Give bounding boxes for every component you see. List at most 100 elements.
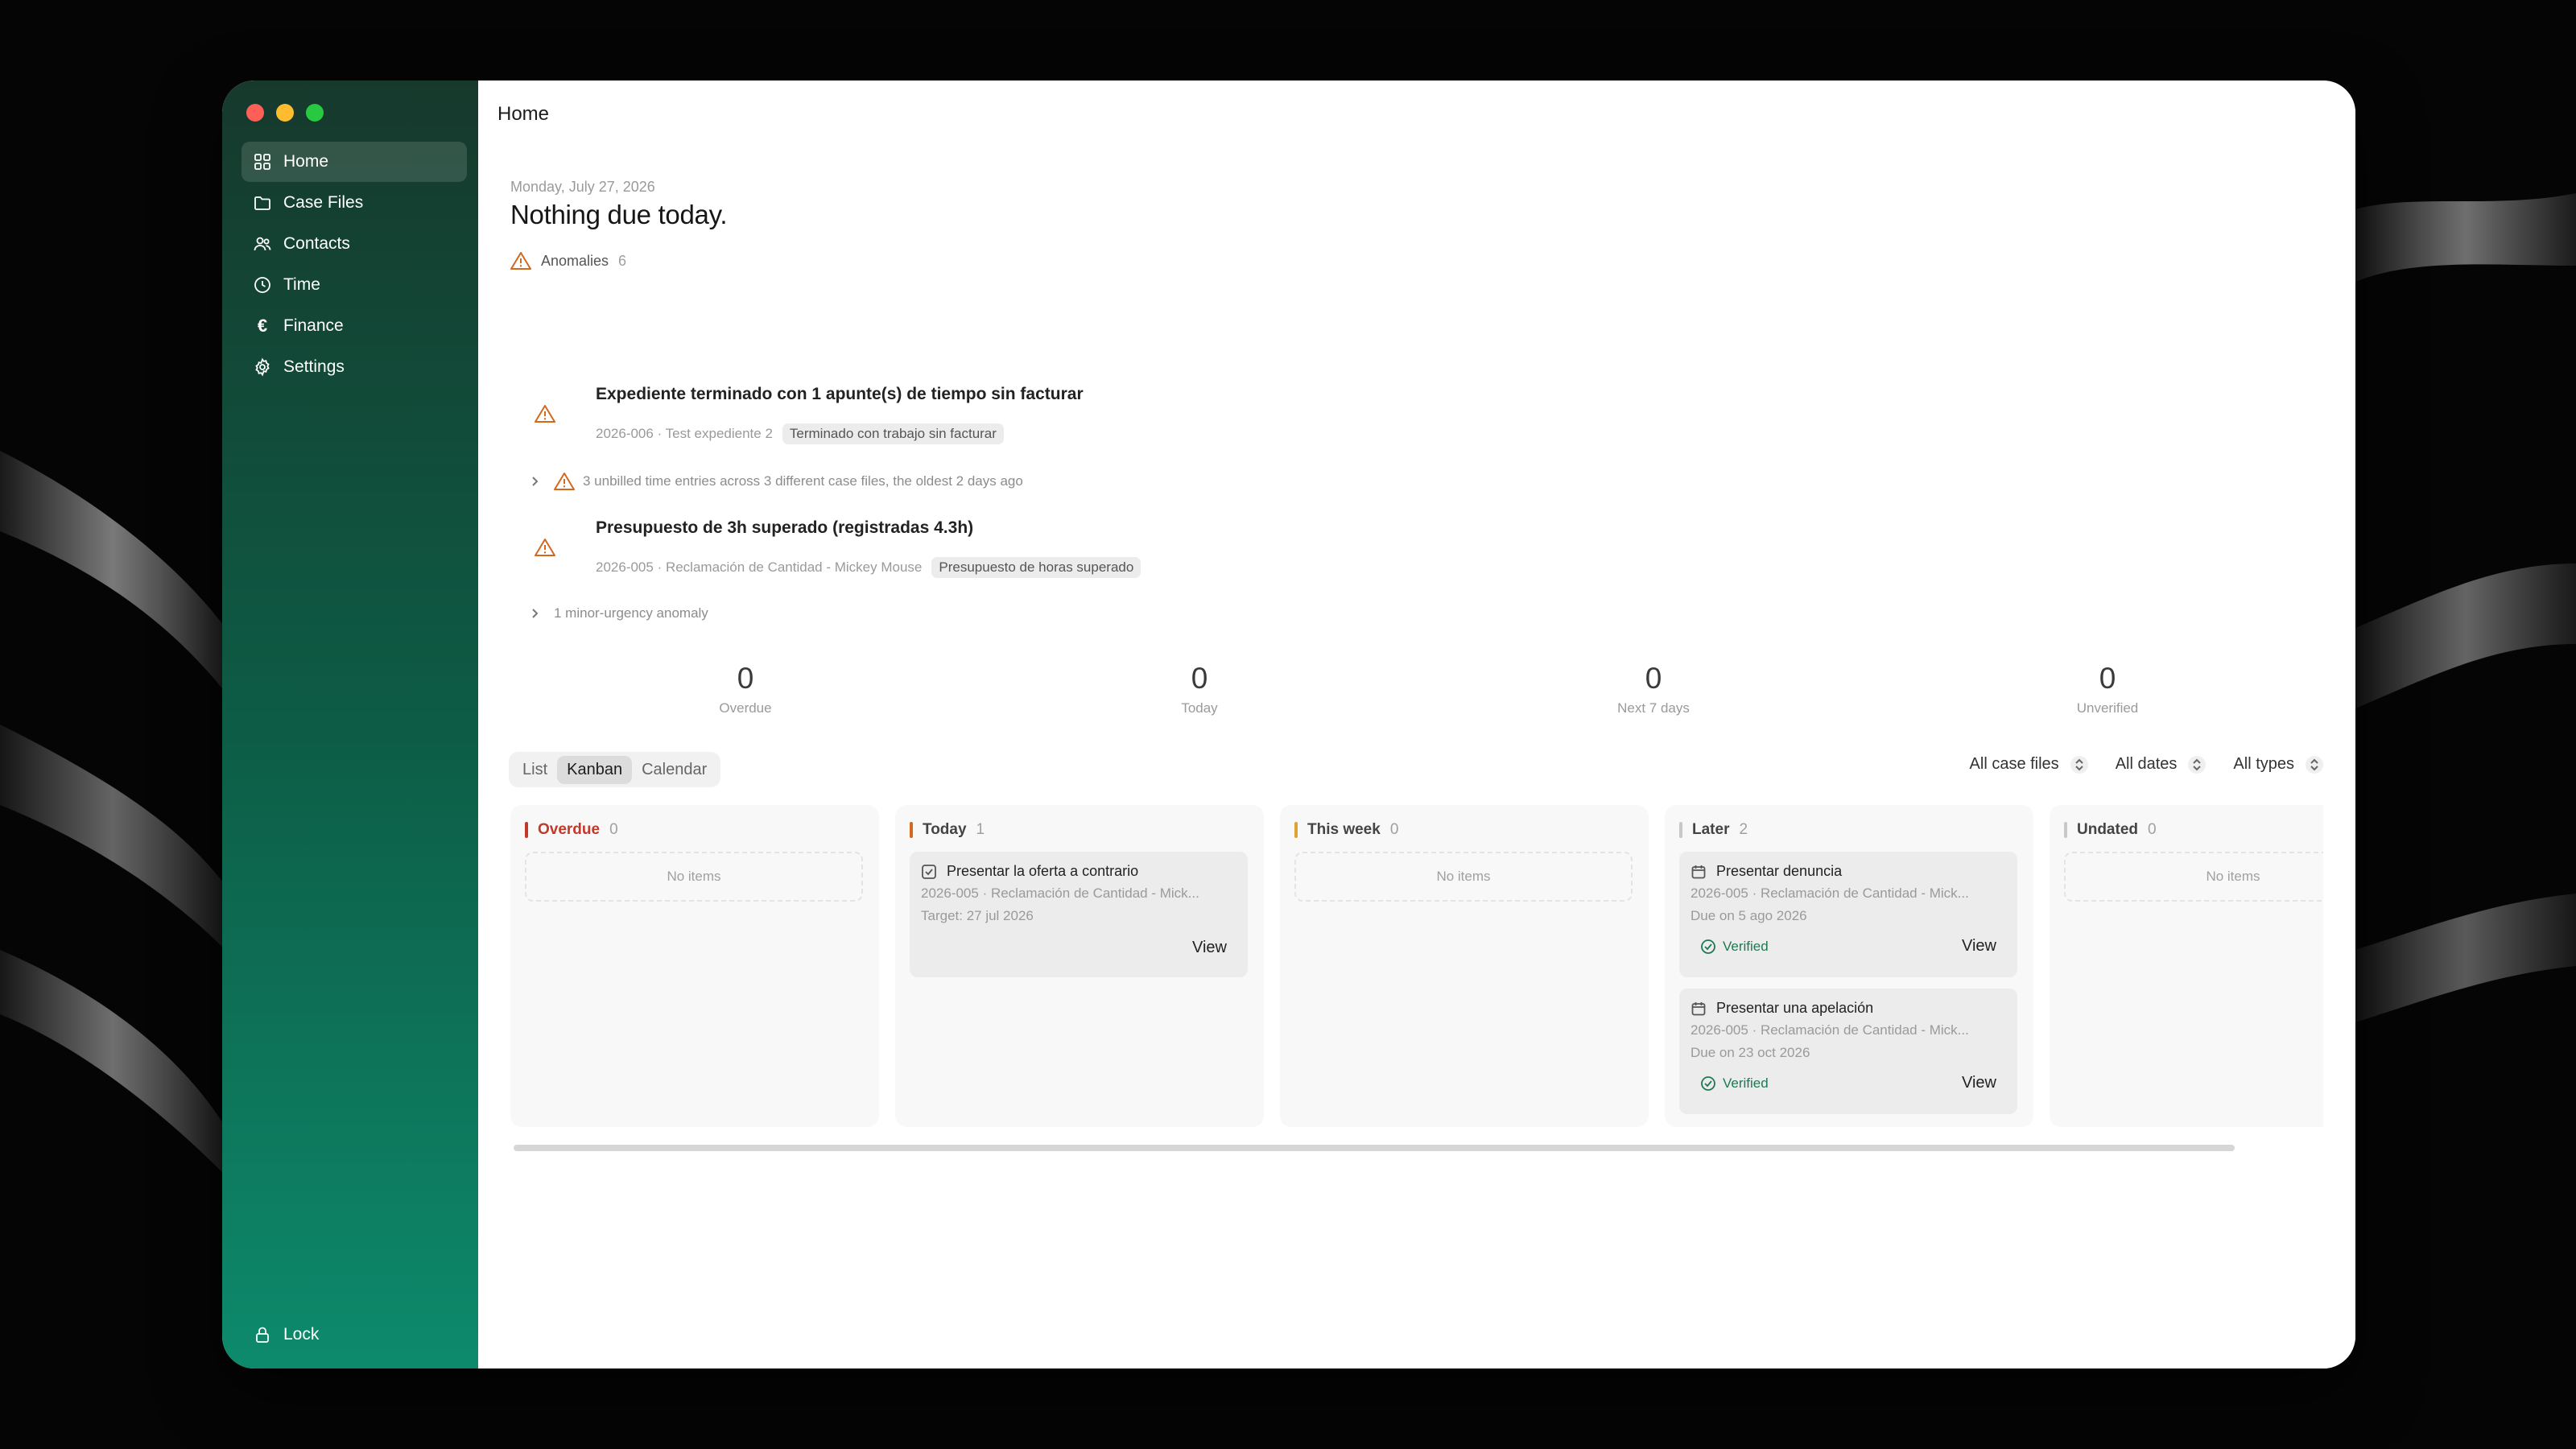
anomaly-title: Presupuesto de 3h superado (registradas … <box>596 518 974 537</box>
close-window-button[interactable] <box>246 104 264 122</box>
column-marker <box>1294 822 1298 838</box>
sidebar-item-label: Settings <box>283 357 345 376</box>
stat-label: Unverified <box>2076 700 2139 716</box>
task-card[interactable]: Presentar la oferta a contrario 2026-005… <box>910 852 1248 977</box>
lock-icon <box>256 1327 269 1343</box>
column-header: Later 2 <box>1679 821 1748 839</box>
column-header: Overdue 0 <box>525 821 618 839</box>
empty-placeholder: No items <box>525 852 863 902</box>
card-date: Target: 27 jul 2026 <box>921 908 1034 923</box>
gear-icon <box>253 357 272 377</box>
verified-badge: Verified <box>1700 1075 1769 1092</box>
minor-anomaly-row[interactable]: 1 minor-urgency anomaly <box>530 605 708 621</box>
column-marker <box>525 822 528 838</box>
sidebar-item-contacts[interactable]: Contacts <box>242 224 467 264</box>
sidebar-item-finance[interactable]: € Finance <box>242 306 467 346</box>
column-title: Later <box>1692 821 1730 838</box>
view-button[interactable]: View <box>1962 1074 1996 1092</box>
view-button[interactable]: View <box>1192 939 1227 957</box>
column-count: 0 <box>609 821 618 838</box>
sidebar-item-home[interactable]: Home <box>242 142 467 182</box>
task-card[interactable]: Presentar una apelación 2026-005 · Recla… <box>1679 989 2017 1114</box>
tab-list[interactable]: List <box>513 756 557 784</box>
horizontal-scrollbar[interactable] <box>514 1145 2235 1151</box>
sidebar-item-settings[interactable]: Settings <box>242 347 467 387</box>
calendar-icon <box>1691 1001 1706 1015</box>
kanban-column-overdue: Overdue 0 No items <box>510 805 879 1127</box>
stat-value: 0 <box>1645 662 1662 695</box>
kanban-board: Overdue 0 No items Today 1 Presentar la … <box>510 805 2323 1127</box>
column-title: Overdue <box>538 821 601 838</box>
empty-placeholder: No items <box>1294 852 1633 902</box>
stat-value: 0 <box>2099 662 2116 695</box>
anomaly-item[interactable]: Presupuesto de 3h superado (registradas … <box>510 518 1235 583</box>
column-marker <box>910 822 913 838</box>
sidebar-item-label: Case Files <box>283 193 364 212</box>
unbilled-group-row[interactable]: 3 unbilled time entries across 3 differe… <box>530 472 1023 491</box>
unbilled-summary: 3 unbilled time entries across 3 differe… <box>583 473 1023 489</box>
verified-label: Verified <box>1723 1075 1769 1091</box>
checkbox-task-icon <box>922 864 936 879</box>
anomalies-label: Anomalies <box>541 252 609 269</box>
tab-calendar[interactable]: Calendar <box>632 756 716 784</box>
check-circle-icon <box>1701 1076 1715 1091</box>
card-case: 2026-005 · Reclamación de Cantidad - Mic… <box>921 886 1199 901</box>
sidebar-item-case-files[interactable]: Case Files <box>242 183 467 223</box>
card-case: 2026-005 · Reclamación de Cantidad - Mic… <box>1690 1022 1969 1038</box>
main-content: Home Monday, July 27, 2026 Nothing due t… <box>478 80 2355 1368</box>
sidebar-item-time[interactable]: Time <box>242 265 467 305</box>
card-title: Presentar una apelación <box>1690 1000 1873 1017</box>
task-card[interactable]: Presentar denuncia 2026-005 · Reclamació… <box>1679 852 2017 977</box>
anomaly-case: 2026-006 · Test expediente 2 <box>596 426 773 441</box>
stat-unverified: 0 Unverified <box>2011 662 2204 716</box>
card-title-text: Presentar una apelación <box>1716 1000 1874 1016</box>
dates-filter[interactable]: All dates <box>2116 755 2207 774</box>
stat-label: Today <box>1181 700 1218 716</box>
lock-label: Lock <box>283 1325 320 1344</box>
anomaly-case: 2026-005 · Reclamación de Cantidad - Mic… <box>596 559 923 575</box>
stat-overdue: 0 Overdue <box>649 662 842 716</box>
view-button[interactable]: View <box>1962 937 1996 956</box>
chevron-right-icon <box>532 609 539 618</box>
users-icon <box>253 234 272 254</box>
column-header: Today 1 <box>910 821 985 839</box>
sidebar-item-label: Contacts <box>283 234 350 253</box>
column-count: 2 <box>1739 821 1748 838</box>
empty-placeholder: No items <box>2064 852 2323 902</box>
filter-label: All dates <box>2115 755 2178 773</box>
view-toggle: List Kanban Calendar <box>509 752 721 787</box>
tab-kanban[interactable]: Kanban <box>557 755 633 784</box>
anomalies-header[interactable]: Anomalies 6 <box>510 251 626 270</box>
chevron-right-icon <box>532 477 539 486</box>
sidebar-item-label: Home <box>283 152 329 171</box>
anomalies-count: 6 <box>618 252 627 269</box>
kanban-column-this-week: This week 0 No items <box>1280 805 1649 1127</box>
check-circle-icon <box>1701 939 1715 954</box>
column-header: This week 0 <box>1294 821 1398 839</box>
card-title: Presentar denuncia <box>1690 863 1842 880</box>
sidebar-item-label: Finance <box>283 316 344 335</box>
stats-row: 0 Overdue 0 Today 0 Next 7 days 0 Unveri… <box>510 662 2330 726</box>
minimize-window-button[interactable] <box>276 104 294 122</box>
column-marker <box>1679 822 1682 838</box>
stat-next-7-days: 0 Next 7 days <box>1557 662 1750 716</box>
types-filter[interactable]: All types <box>2233 755 2323 774</box>
window-controls <box>246 104 324 122</box>
column-count: 0 <box>2148 821 2157 838</box>
anomaly-item[interactable]: Expediente terminado con 1 apunte(s) de … <box>510 385 1235 449</box>
anomaly-title: Expediente terminado con 1 apunte(s) de … <box>596 385 1084 403</box>
kanban-column-undated: Undated 0 No items <box>2050 805 2323 1127</box>
app-window: Home Case Files Contacts Time € Finance … <box>222 80 2355 1368</box>
column-count: 0 <box>1389 821 1399 838</box>
verified-badge: Verified <box>1700 939 1769 955</box>
column-marker <box>2064 822 2067 838</box>
warning-icon <box>510 252 531 270</box>
maximize-window-button[interactable] <box>306 104 324 122</box>
folder-icon <box>253 193 272 213</box>
kanban-column-today: Today 1 Presentar la oferta a contrario … <box>895 805 1264 1127</box>
calendar-icon <box>1691 865 1706 878</box>
case-files-filter[interactable]: All case files <box>1970 755 2088 774</box>
warning-icon <box>535 405 555 423</box>
stat-label: Next 7 days <box>1617 700 1690 716</box>
lock-button[interactable]: Lock <box>253 1325 319 1344</box>
